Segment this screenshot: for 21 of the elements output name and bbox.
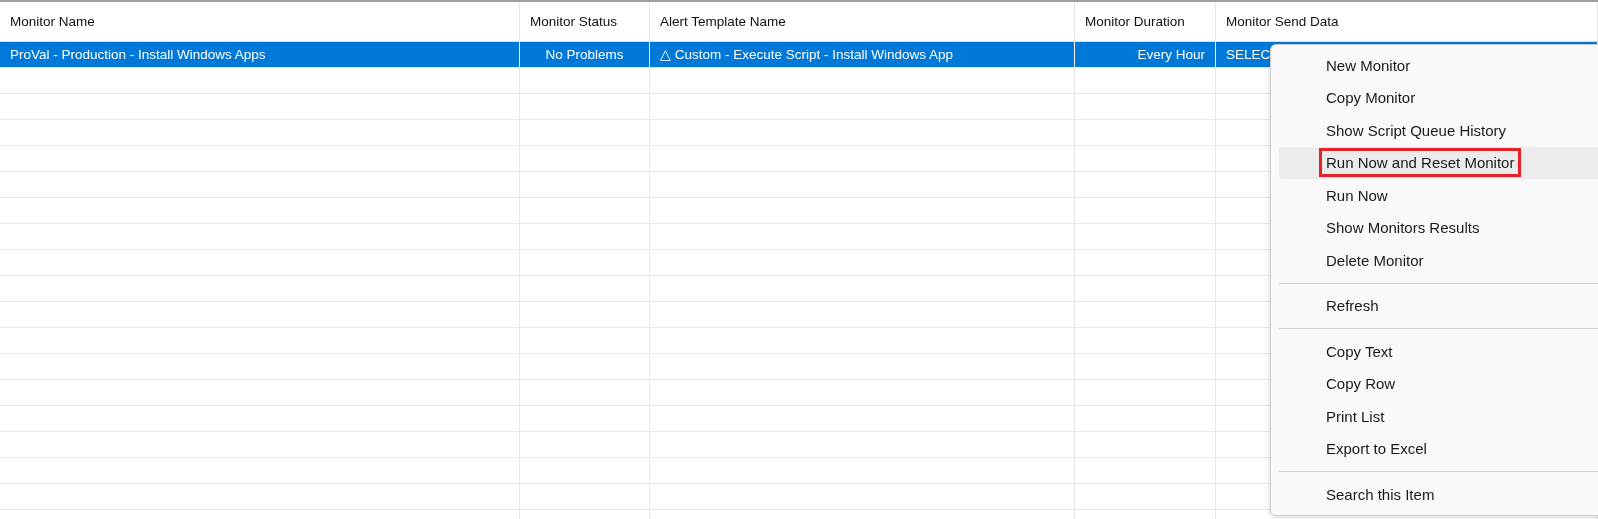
- menu-item[interactable]: Copy Text: [1279, 335, 1598, 368]
- table-cell: Every Hour: [1075, 42, 1216, 67]
- menu-item[interactable]: Show Script Queue History: [1279, 114, 1598, 147]
- table-cell: △ Custom - Execute Script - Install Windows App: [650, 42, 1075, 67]
- column-header[interactable]: Monitor Duration: [1075, 2, 1216, 41]
- column-header[interactable]: Monitor Status: [520, 2, 650, 41]
- column-header[interactable]: Alert Template Name: [650, 2, 1075, 41]
- menu-item[interactable]: Print List: [1279, 400, 1598, 433]
- menu-item[interactable]: Show Monitors Results: [1279, 211, 1598, 244]
- menu-item[interactable]: Search this Item: [1279, 478, 1598, 511]
- menu-item[interactable]: Copy Monitor: [1279, 81, 1598, 114]
- menu-item[interactable]: Delete Monitor: [1279, 244, 1598, 277]
- menu-item[interactable]: Run Now: [1279, 179, 1598, 212]
- menu-item[interactable]: Refresh: [1279, 289, 1598, 322]
- table-cell: ProVal - Production - Install Windows Apps: [0, 42, 520, 67]
- menu-item[interactable]: Run Now and Reset Monitor: [1279, 146, 1598, 179]
- column-header[interactable]: Monitor Send Data: [1216, 2, 1598, 41]
- column-header[interactable]: Monitor Name: [0, 2, 520, 41]
- menu-item[interactable]: Copy Row: [1279, 367, 1598, 400]
- menu-item[interactable]: Export to Excel: [1279, 432, 1598, 465]
- table-cell: No Problems: [520, 42, 650, 67]
